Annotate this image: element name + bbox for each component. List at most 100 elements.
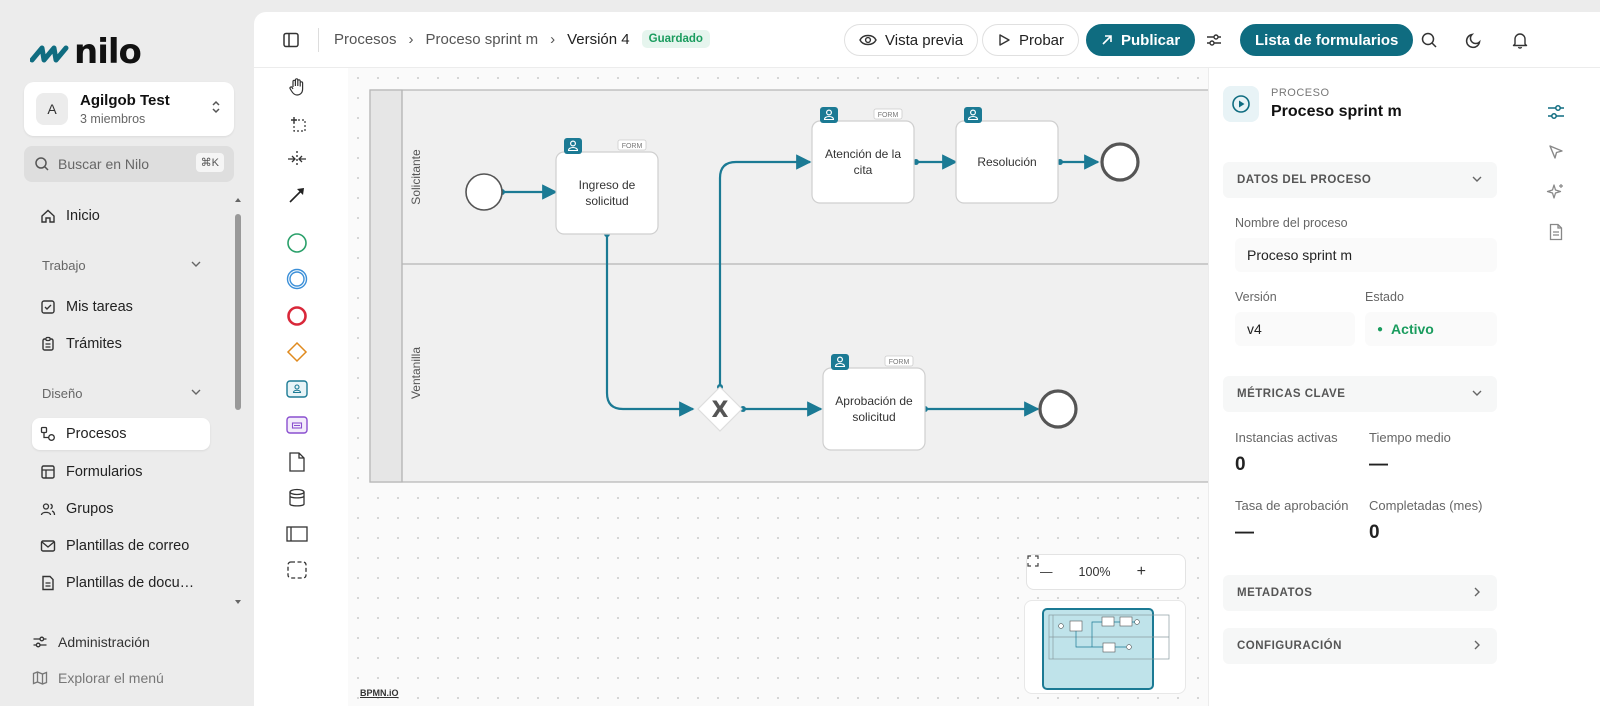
version-field: v4 <box>1235 312 1355 346</box>
divider <box>318 28 319 52</box>
sidebar-item-email-templates[interactable]: Plantillas de correo <box>32 530 210 562</box>
section-process-data[interactable]: DATOS DEL PROCESO <box>1223 162 1497 198</box>
lasso-tool-icon[interactable] <box>286 112 308 134</box>
data-object-tool-icon[interactable] <box>286 451 308 473</box>
bpmn-io-watermark[interactable]: BPMN.iO <box>360 688 399 698</box>
test-button[interactable]: Probar <box>982 24 1080 56</box>
sidebar-item-home[interactable]: Inicio <box>32 200 210 232</box>
zoom-in-button[interactable]: + <box>1137 563 1146 581</box>
preview-label: Vista previa <box>885 31 964 49</box>
properties-sliders-icon[interactable] <box>1544 100 1568 124</box>
scroll-down-icon[interactable] <box>234 598 242 606</box>
breadcrumb-processes[interactable]: Procesos <box>334 31 397 48</box>
task-ingreso[interactable]: FORM Ingreso de solicitud <box>555 138 659 235</box>
org-members: 3 miembros <box>80 112 146 126</box>
connect-tool-icon[interactable] <box>286 184 308 206</box>
gateway-tool-icon[interactable] <box>286 341 308 363</box>
nav-section-work[interactable]: Trabajo <box>42 258 202 273</box>
zoom-controls: — 100% + <box>1026 554 1186 590</box>
zoom-out-button[interactable]: — <box>1040 565 1053 579</box>
hand-tool-icon[interactable] <box>286 76 308 98</box>
process-name-field[interactable]: Proceso sprint m <box>1235 238 1497 272</box>
end-event-tool-icon[interactable] <box>286 305 308 327</box>
section-metadata[interactable]: METADATOS <box>1223 575 1497 611</box>
sidebar-item-tasks[interactable]: Mis tareas <box>32 291 210 323</box>
document-icon[interactable] <box>1544 220 1568 244</box>
task-label: cita <box>854 163 873 177</box>
task-aprobacion[interactable]: FORM Aprobación de solicitud <box>822 354 926 451</box>
home-icon <box>40 208 56 224</box>
start-event-tool-icon[interactable] <box>286 232 308 254</box>
lane-label-ventanilla: Ventanilla <box>409 347 423 399</box>
sidebar-item-admin[interactable]: Administración <box>32 634 150 650</box>
scrollbar-thumb[interactable] <box>235 214 241 410</box>
form-list-button[interactable]: Lista de formularios <box>1240 24 1414 56</box>
sidebar-toggle-icon[interactable] <box>282 31 300 52</box>
pool-tool-icon[interactable] <box>286 523 308 545</box>
user-task-tool-icon[interactable] <box>286 378 308 400</box>
cursor-icon[interactable] <box>1544 140 1568 164</box>
sidebar-item-label: Plantillas de correo <box>66 538 190 554</box>
bell-icon[interactable] <box>1510 30 1530 50</box>
section-key-metrics[interactable]: MÉTRICAS CLAVE <box>1223 376 1497 412</box>
sidebar: nilo A Agilgob Test 3 miembros ⌘K Inicio… <box>0 0 254 706</box>
scroll-up-icon[interactable] <box>234 196 242 204</box>
clipboard-icon <box>40 336 56 352</box>
status-badge: Guardado <box>641 30 710 48</box>
arrow-up-right-icon <box>1102 35 1112 45</box>
checkbox-icon <box>40 299 56 315</box>
section-configuration[interactable]: CONFIGURACIÓN <box>1223 628 1497 664</box>
breadcrumb-process[interactable]: Proceso sprint m <box>426 31 539 48</box>
task-resolucion[interactable]: Resolución <box>955 107 1059 204</box>
start-event[interactable] <box>465 173 503 211</box>
logo-mark-icon <box>30 45 69 63</box>
pool[interactable] <box>369 89 1208 483</box>
intermediate-event-tool-icon[interactable] <box>286 268 308 290</box>
process-header: PROCESO Proceso sprint m <box>1223 86 1402 122</box>
sidebar-item-groups[interactable]: Grupos <box>32 493 210 525</box>
chevron-down-icon <box>1471 387 1483 402</box>
form-task-tool-icon[interactable] <box>286 414 308 436</box>
top-bar: Procesos › Proceso sprint m › Versión 4 … <box>254 12 1600 68</box>
logo[interactable]: nilo <box>30 32 142 72</box>
chevron-down-icon <box>190 386 202 401</box>
search-input[interactable] <box>58 156 178 172</box>
task-label: Resolución <box>977 155 1036 169</box>
sparkles-icon[interactable] <box>1544 180 1568 204</box>
end-event[interactable] <box>1038 389 1078 429</box>
task-atencion[interactable]: FORM Atención de la cita <box>811 107 915 204</box>
nav-section-design[interactable]: Diseño <box>42 386 202 401</box>
settings-sliders-icon[interactable] <box>1204 30 1224 50</box>
sidebar-item-doc-templates[interactable]: Plantillas de docu… <box>32 567 210 599</box>
moon-icon[interactable] <box>1464 30 1484 50</box>
map-icon <box>32 670 48 686</box>
right-rail <box>1514 68 1600 706</box>
state-value: Activo <box>1391 321 1434 337</box>
minimap[interactable] <box>1024 600 1186 694</box>
bpmn-canvas[interactable]: Solicitante Ventanilla X FORM Ingreso de… <box>348 68 1208 706</box>
preview-button[interactable]: Vista previa <box>844 24 979 56</box>
version-label: Versión <box>1235 290 1277 304</box>
publish-button[interactable]: Publicar <box>1086 24 1196 56</box>
space-tool-icon[interactable] <box>286 148 308 170</box>
search-box[interactable]: ⌘K <box>24 146 234 182</box>
publish-label: Publicar <box>1121 31 1181 49</box>
sidebar-item-explore[interactable]: Explorar el menú <box>32 670 164 686</box>
sidebar-item-processes[interactable]: Procesos <box>32 418 210 450</box>
task-label: Ingreso de <box>579 178 636 192</box>
status-dot-icon: ● <box>1377 323 1384 335</box>
form-tag: FORM <box>889 359 910 366</box>
sidebar-item-label: Formularios <box>66 464 143 480</box>
sidebar-scrollbar[interactable] <box>232 196 244 606</box>
sidebar-item-procedures[interactable]: Trámites <box>32 328 210 360</box>
sidebar-item-forms[interactable]: Formularios <box>32 456 210 488</box>
section-title: METADATOS <box>1237 587 1313 599</box>
group-tool-icon[interactable] <box>286 559 308 581</box>
task-label: solicitud <box>852 410 895 424</box>
metric-completed-label: Completadas (mes) <box>1369 498 1483 513</box>
sidebar-item-label: Procesos <box>66 426 127 442</box>
search-icon[interactable] <box>1419 30 1439 50</box>
data-store-tool-icon[interactable] <box>286 487 308 509</box>
org-switcher[interactable]: A Agilgob Test 3 miembros <box>24 82 234 136</box>
end-event[interactable] <box>1100 142 1140 182</box>
